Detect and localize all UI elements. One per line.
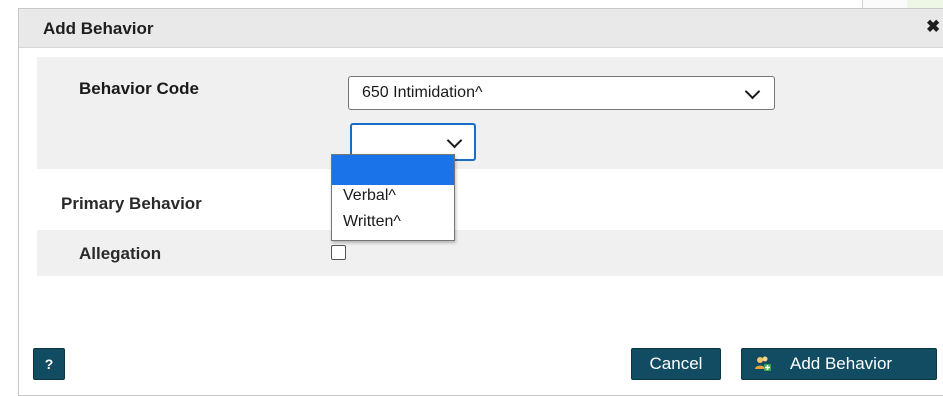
dialog-titlebar: Add Behavior ✖ <box>19 9 943 48</box>
allegation-label: Allegation <box>79 244 162 263</box>
chevron-down-icon <box>744 83 761 100</box>
add-behavior-button[interactable]: Add Behavior <box>741 348 937 380</box>
dropdown-option-verbal[interactable]: Verbal^ <box>332 185 454 211</box>
behavior-code-select[interactable]: 650 Intimidation^ <box>348 76 775 110</box>
dropdown-option-written[interactable]: Written^ <box>332 211 454 237</box>
help-button[interactable]: ? <box>33 348 65 380</box>
cancel-button[interactable]: Cancel <box>631 348 721 380</box>
add-behavior-label: Add Behavior <box>790 354 893 373</box>
allegation-row: Allegation <box>37 230 943 276</box>
add-behavior-dialog: Add Behavior ✖ Behavior Code 650 Intimid… <box>18 8 943 396</box>
behavior-subtype-dropdown: Verbal^ Written^ <box>331 154 455 241</box>
dialog-title: Add Behavior <box>43 19 154 38</box>
behavior-code-value: 650 Intimidation^ <box>362 84 483 101</box>
users-plus-icon <box>755 356 771 371</box>
primary-behavior-label: Primary Behavior <box>61 194 202 213</box>
allegation-checkbox[interactable] <box>331 245 346 260</box>
close-icon[interactable]: ✖ <box>926 18 943 36</box>
behavior-code-label: Behavior Code <box>79 79 199 98</box>
dropdown-option-blank[interactable] <box>332 155 454 185</box>
chevron-down-icon <box>446 132 463 149</box>
behavior-code-row: Behavior Code 650 Intimidation^ <box>37 57 943 169</box>
